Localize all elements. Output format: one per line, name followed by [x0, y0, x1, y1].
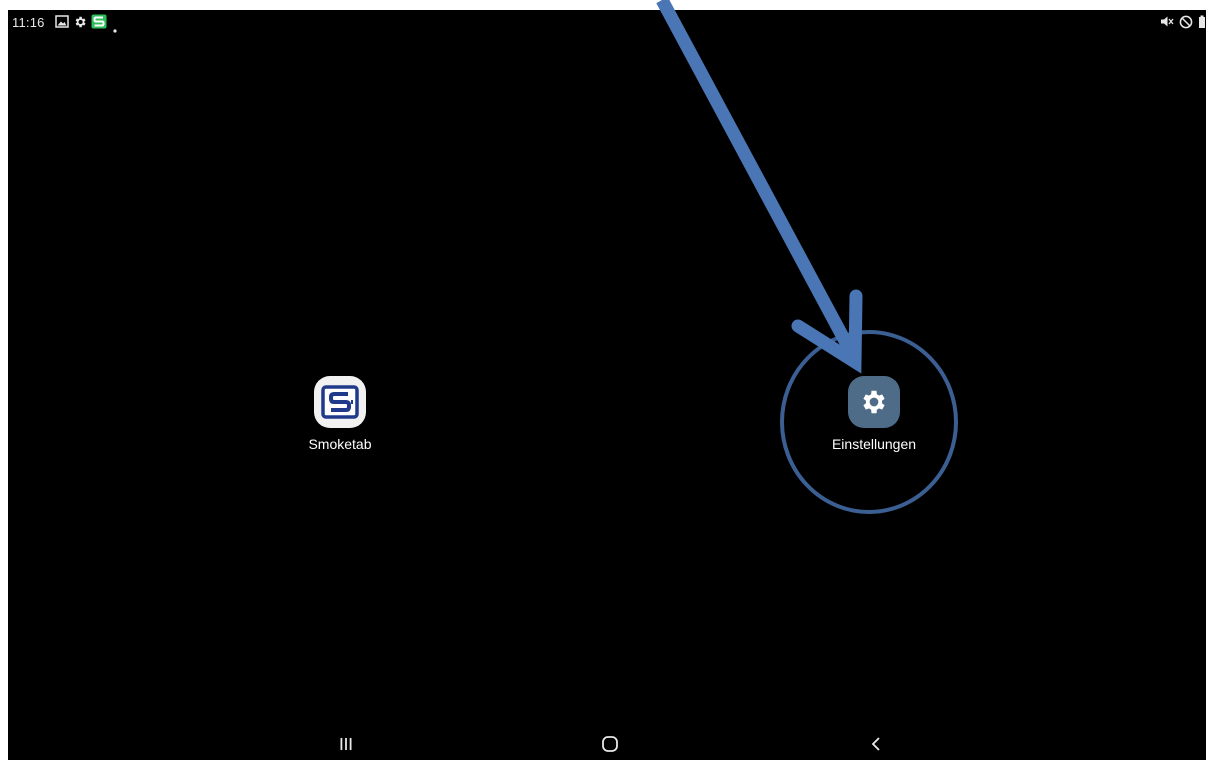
back-button[interactable] — [856, 732, 896, 756]
status-time: 11:16 — [12, 15, 45, 30]
recents-icon — [340, 738, 352, 750]
gallery-icon — [55, 15, 69, 33]
back-icon — [871, 737, 880, 751]
app-settings[interactable]: Einstellungen — [814, 376, 934, 452]
home-button[interactable] — [590, 732, 630, 756]
app-label-einstellungen: Einstellungen — [831, 436, 917, 452]
home-icon — [602, 736, 618, 752]
settings-notification-icon — [73, 15, 87, 34]
smoketab-notification-icon — [91, 14, 107, 34]
app-smoketab[interactable]: Smoketab — [280, 376, 400, 452]
do-not-disturb-icon — [1179, 15, 1193, 34]
gear-icon[interactable] — [848, 376, 900, 428]
more-notifications-dot-icon — [113, 20, 117, 38]
recents-button[interactable] — [326, 732, 366, 756]
navigation-bar — [8, 724, 1206, 760]
app-label-smoketab: Smoketab — [308, 436, 372, 452]
tablet-screen: 11:16 Smoketab Einstellungen — [8, 10, 1206, 760]
status-bar: 11:16 — [8, 10, 1206, 34]
smoketab-app-icon[interactable] — [314, 376, 366, 428]
battery-icon — [1198, 15, 1206, 34]
mute-icon — [1160, 15, 1174, 33]
